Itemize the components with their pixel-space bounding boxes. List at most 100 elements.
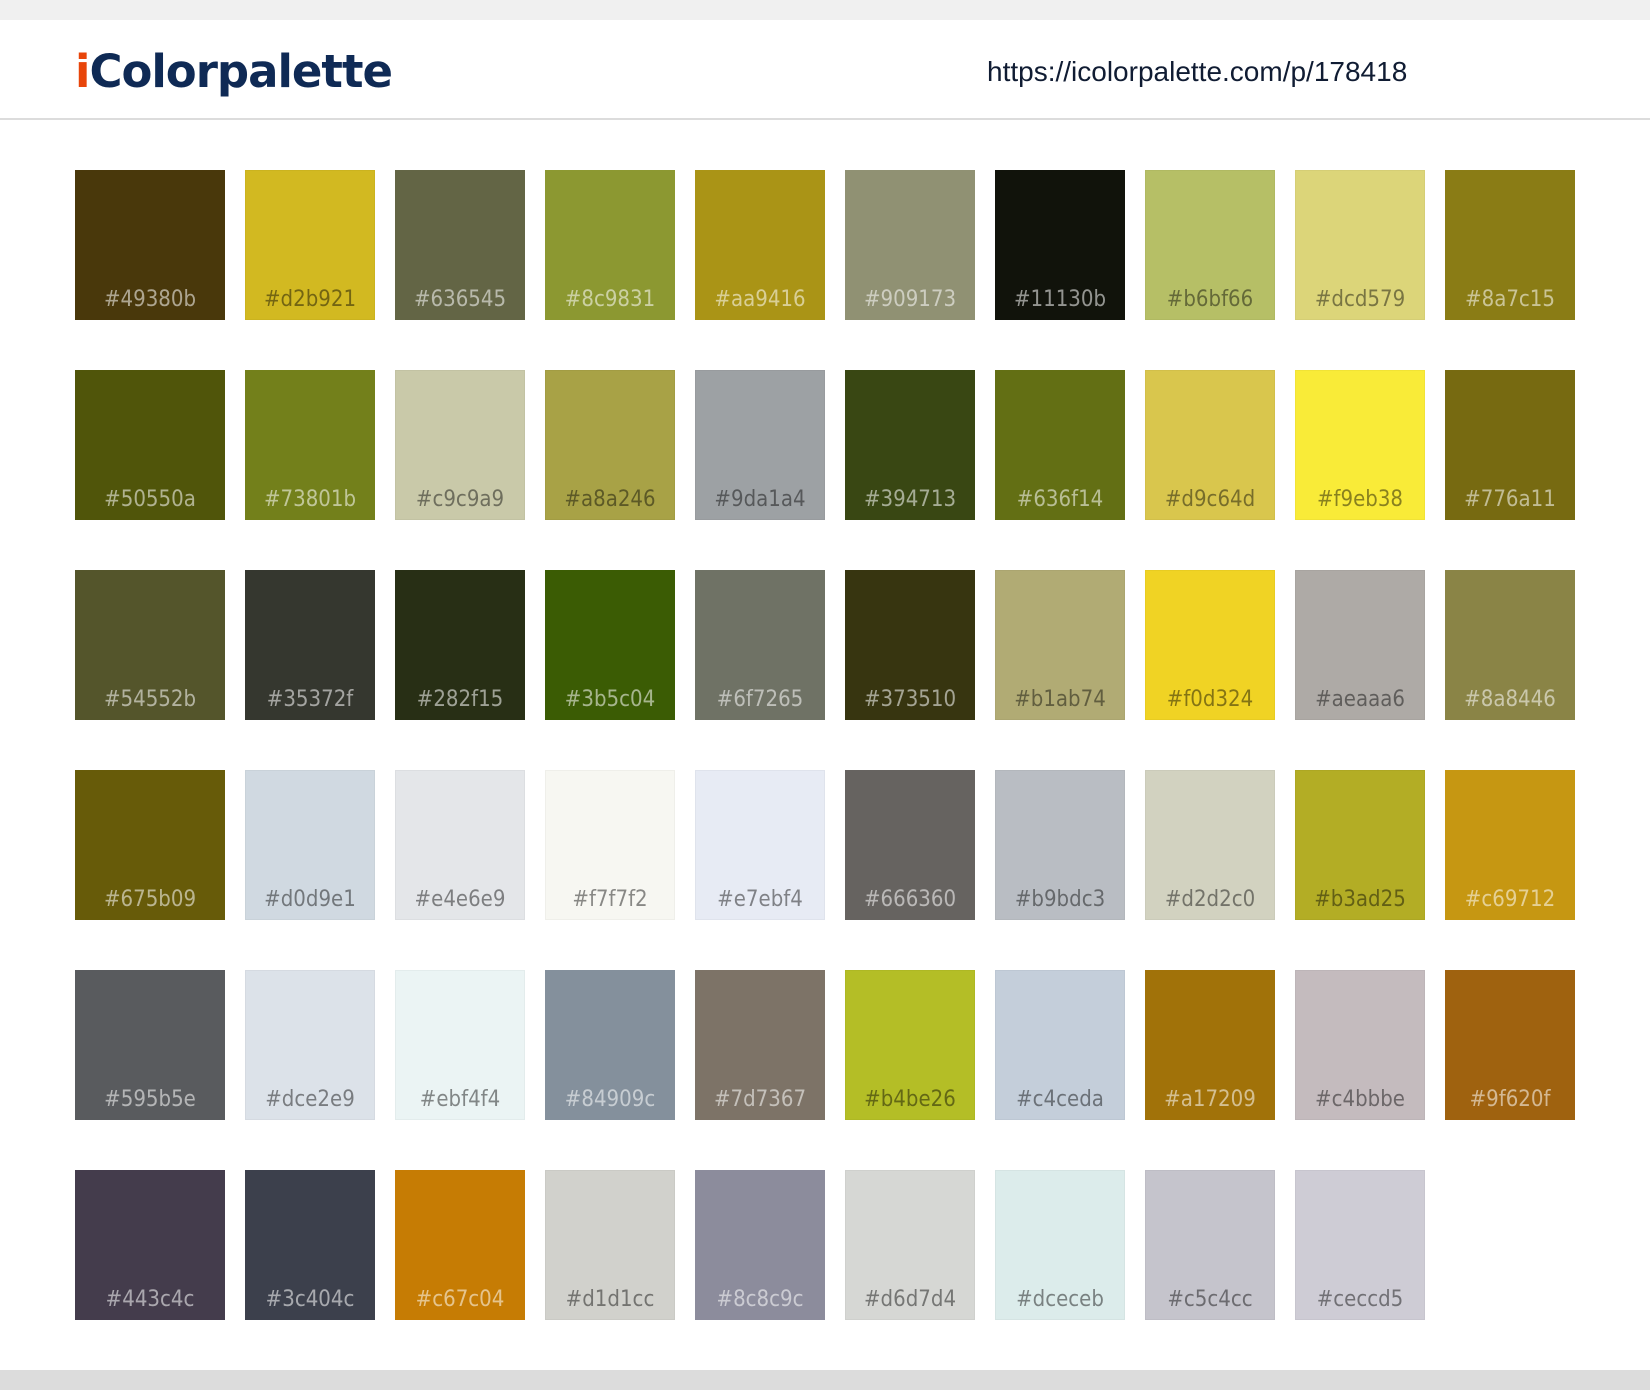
swatch-hex-label: #8c9831 xyxy=(564,287,656,312)
swatch-hex-label: #282f15 xyxy=(416,687,504,712)
color-swatch[interactable]: #373510 xyxy=(845,570,975,720)
logo-accent: i xyxy=(75,45,90,98)
swatch-hex-label: #c4bbbe xyxy=(1315,1087,1405,1112)
swatch-hex-label: #84909c xyxy=(564,1087,656,1112)
swatch-hex-label: #a17209 xyxy=(1164,1087,1256,1112)
swatch-hex-label: #35372f xyxy=(266,687,354,712)
color-swatch[interactable]: #50550a xyxy=(75,370,225,520)
color-swatch[interactable]: #a17209 xyxy=(1145,970,1275,1120)
swatch-hex-label: #c67c04 xyxy=(415,1287,505,1312)
color-swatch[interactable]: #f9eb38 xyxy=(1295,370,1425,520)
color-swatch[interactable]: #3c404c xyxy=(245,1170,375,1320)
color-swatch[interactable]: #394713 xyxy=(845,370,975,520)
color-swatch[interactable]: #b4be26 xyxy=(845,970,975,1120)
swatch-hex-label: #909173 xyxy=(863,287,957,312)
color-swatch[interactable]: #c4ceda xyxy=(995,970,1125,1120)
swatch-hex-label: #f7f7f2 xyxy=(572,887,648,912)
site-header: iColorpalette https://icolorpalette.com/… xyxy=(0,20,1650,120)
swatch-hex-label: #11130b xyxy=(1013,287,1107,312)
swatch-hex-label: #3c404c xyxy=(265,1287,355,1312)
palette-content: #49380b #d2b921 #636545 #8c9831 #aa9416 #9091… xyxy=(0,120,1650,1370)
color-swatch[interactable]: #49380b xyxy=(75,170,225,320)
color-swatch[interactable]: #d2d2c0 xyxy=(1145,770,1275,920)
color-swatch[interactable]: #b3ad25 xyxy=(1295,770,1425,920)
color-swatch[interactable]: #c4bbbe xyxy=(1295,970,1425,1120)
color-swatch[interactable]: #c5c4cc xyxy=(1145,1170,1275,1320)
color-swatch[interactable]: #636f14 xyxy=(995,370,1125,520)
logo-text: Colorpalette xyxy=(89,45,393,98)
swatch-hex-label: #8a8446 xyxy=(1464,687,1556,712)
color-swatch[interactable]: #7d7367 xyxy=(695,970,825,1120)
swatch-hex-label: #394713 xyxy=(863,487,957,512)
color-swatch[interactable]: #ebf4f4 xyxy=(395,970,525,1120)
swatch-hex-label: #dce2e9 xyxy=(265,1087,355,1112)
color-swatch[interactable]: #8a7c15 xyxy=(1445,170,1575,320)
color-swatch[interactable]: #d9c64d xyxy=(1145,370,1275,520)
color-swatch[interactable]: #d1d1cc xyxy=(545,1170,675,1320)
site-logo[interactable]: iColorpalette xyxy=(75,44,393,100)
swatch-hex-label: #f0d324 xyxy=(1166,687,1254,712)
swatch-hex-label: #8c8c9c xyxy=(716,1287,804,1312)
color-swatch[interactable]: #9da1a4 xyxy=(695,370,825,520)
color-swatch[interactable]: #d0d9e1 xyxy=(245,770,375,920)
color-swatch[interactable]: #909173 xyxy=(845,170,975,320)
swatch-hex-label: #d9c64d xyxy=(1164,487,1256,512)
color-swatch[interactable]: #c69712 xyxy=(1445,770,1575,920)
swatch-hex-label: #f9eb38 xyxy=(1316,487,1404,512)
color-swatch[interactable]: #dce2e9 xyxy=(245,970,375,1120)
swatch-hex-label: #d6d7d4 xyxy=(863,1287,957,1312)
color-swatch[interactable]: #d2b921 xyxy=(245,170,375,320)
color-swatch[interactable]: #b1ab74 xyxy=(995,570,1125,720)
color-swatch[interactable]: #dceceb xyxy=(995,1170,1125,1320)
swatch-hex-label: #776a11 xyxy=(1464,487,1556,512)
color-swatch[interactable]: #675b09 xyxy=(75,770,225,920)
color-swatch[interactable]: #b6bf66 xyxy=(1145,170,1275,320)
color-swatch[interactable]: #11130b xyxy=(995,170,1125,320)
color-swatch[interactable]: #ceccd5 xyxy=(1295,1170,1425,1320)
swatch-hex-label: #3b5c04 xyxy=(564,687,656,712)
swatch-hex-label: #a8a246 xyxy=(564,487,656,512)
color-swatch[interactable]: #8a8446 xyxy=(1445,570,1575,720)
swatch-hex-label: #54552b xyxy=(103,687,197,712)
color-swatch[interactable]: #aeaaa6 xyxy=(1295,570,1425,720)
color-swatch[interactable]: #636545 xyxy=(395,170,525,320)
color-swatch[interactable]: #c67c04 xyxy=(395,1170,525,1320)
color-swatch[interactable]: #282f15 xyxy=(395,570,525,720)
color-swatch[interactable]: #a8a246 xyxy=(545,370,675,520)
color-swatch[interactable]: #3b5c04 xyxy=(545,570,675,720)
color-swatch[interactable]: #b9bdc3 xyxy=(995,770,1125,920)
color-swatch[interactable]: #8c9831 xyxy=(545,170,675,320)
swatch-hex-label: #ebf4f4 xyxy=(419,1087,501,1112)
color-swatch[interactable]: #8c8c9c xyxy=(695,1170,825,1320)
color-swatch[interactable]: #54552b xyxy=(75,570,225,720)
swatch-hex-label: #666360 xyxy=(863,887,957,912)
color-swatch[interactable]: #666360 xyxy=(845,770,975,920)
color-swatch[interactable]: #73801b xyxy=(245,370,375,520)
color-swatch[interactable]: #776a11 xyxy=(1445,370,1575,520)
color-swatch[interactable]: #d6d7d4 xyxy=(845,1170,975,1320)
swatch-hex-label: #c69712 xyxy=(1464,887,1556,912)
color-swatch[interactable]: #9f620f xyxy=(1445,970,1575,1120)
swatch-hex-label: #9f620f xyxy=(1469,1087,1551,1112)
color-swatch[interactable]: #f7f7f2 xyxy=(545,770,675,920)
color-swatch[interactable]: #c9c9a9 xyxy=(395,370,525,520)
swatch-hex-label: #d2d2c0 xyxy=(1164,887,1256,912)
swatch-hex-label: #c4ceda xyxy=(1016,1087,1104,1112)
swatch-hex-label: #b3ad25 xyxy=(1314,887,1406,912)
color-swatch[interactable]: #35372f xyxy=(245,570,375,720)
color-swatch[interactable]: #dcd579 xyxy=(1295,170,1425,320)
swatch-hex-label: #b9bdc3 xyxy=(1014,887,1106,912)
color-swatch[interactable]: #f0d324 xyxy=(1145,570,1275,720)
swatch-hex-label: #c9c9a9 xyxy=(415,487,505,512)
palette-url[interactable]: https://icolorpalette.com/p/178418 xyxy=(987,56,1407,88)
color-swatch[interactable]: #443c4c xyxy=(75,1170,225,1320)
color-swatch[interactable]: #84909c xyxy=(545,970,675,1120)
color-swatch[interactable]: #e7ebf4 xyxy=(695,770,825,920)
swatch-hex-label: #e4e6e9 xyxy=(414,887,506,912)
swatch-hex-label: #e7ebf4 xyxy=(717,887,803,912)
color-swatch[interactable]: #aa9416 xyxy=(695,170,825,320)
swatch-hex-label: #9da1a4 xyxy=(714,487,806,512)
color-swatch[interactable]: #e4e6e9 xyxy=(395,770,525,920)
color-swatch[interactable]: #595b5e xyxy=(75,970,225,1120)
color-swatch[interactable]: #6f7265 xyxy=(695,570,825,720)
